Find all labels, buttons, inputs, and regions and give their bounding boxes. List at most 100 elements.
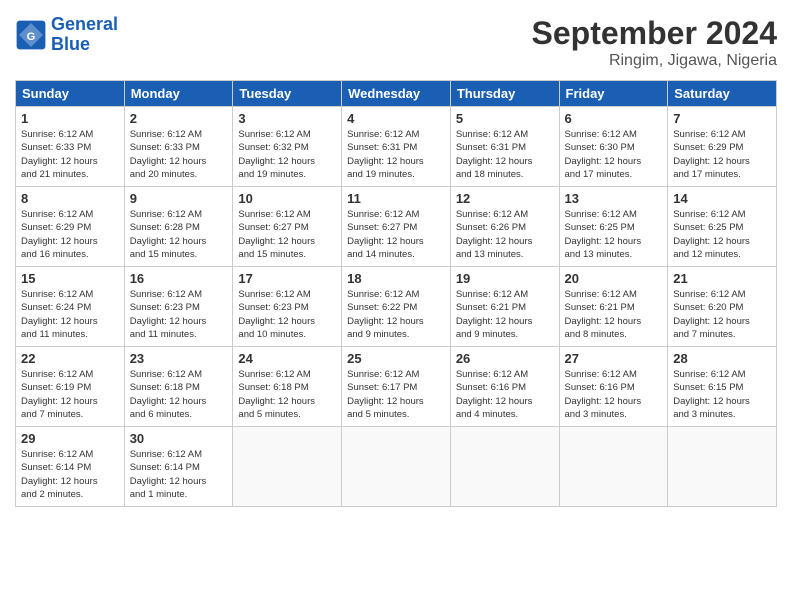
sunset-label: Sunset: 6:33 PM xyxy=(21,142,91,153)
day-number: 20 xyxy=(565,271,663,286)
cell-content: Sunrise: 6:12 AM Sunset: 6:25 PM Dayligh… xyxy=(565,208,663,261)
cell-content: Sunrise: 6:12 AM Sunset: 6:17 PM Dayligh… xyxy=(347,368,445,421)
table-row: 24 Sunrise: 6:12 AM Sunset: 6:18 PM Dayl… xyxy=(233,347,342,427)
daylight-label: Daylight: 12 hours xyxy=(456,156,533,167)
sunset-label: Sunset: 6:16 PM xyxy=(565,382,635,393)
table-row: 12 Sunrise: 6:12 AM Sunset: 6:26 PM Dayl… xyxy=(450,187,559,267)
sunrise-label: Sunrise: 6:12 AM xyxy=(238,369,310,380)
daylight-minutes: and 9 minutes. xyxy=(347,329,409,340)
sunset-label: Sunset: 6:18 PM xyxy=(238,382,308,393)
month-title: September 2024 xyxy=(532,15,777,52)
daylight-minutes: and 1 minute. xyxy=(130,489,188,500)
table-row: 19 Sunrise: 6:12 AM Sunset: 6:21 PM Dayl… xyxy=(450,267,559,347)
sunset-label: Sunset: 6:18 PM xyxy=(130,382,200,393)
sunrise-label: Sunrise: 6:12 AM xyxy=(673,209,745,220)
sunrise-label: Sunrise: 6:12 AM xyxy=(21,449,93,460)
daylight-minutes: and 15 minutes. xyxy=(238,249,306,260)
day-number: 14 xyxy=(673,191,771,206)
day-number: 25 xyxy=(347,351,445,366)
daylight-minutes: and 17 minutes. xyxy=(565,169,633,180)
table-row: 3 Sunrise: 6:12 AM Sunset: 6:32 PM Dayli… xyxy=(233,107,342,187)
sunrise-label: Sunrise: 6:12 AM xyxy=(347,209,419,220)
sunrise-label: Sunrise: 6:12 AM xyxy=(21,369,93,380)
header: G GeneralBlue September 2024 Ringim, Jig… xyxy=(15,15,777,70)
daylight-minutes: and 16 minutes. xyxy=(21,249,89,260)
daylight-minutes: and 21 minutes. xyxy=(21,169,89,180)
cell-content: Sunrise: 6:12 AM Sunset: 6:33 PM Dayligh… xyxy=(130,128,228,181)
table-row: 7 Sunrise: 6:12 AM Sunset: 6:29 PM Dayli… xyxy=(668,107,777,187)
sunset-label: Sunset: 6:30 PM xyxy=(565,142,635,153)
calendar-week-5: 29 Sunrise: 6:12 AM Sunset: 6:14 PM Dayl… xyxy=(16,427,777,507)
daylight-minutes: and 3 minutes. xyxy=(673,409,735,420)
daylight-label: Daylight: 12 hours xyxy=(565,316,642,327)
sunrise-label: Sunrise: 6:12 AM xyxy=(673,129,745,140)
cell-content: Sunrise: 6:12 AM Sunset: 6:23 PM Dayligh… xyxy=(238,288,336,341)
page: G GeneralBlue September 2024 Ringim, Jig… xyxy=(0,0,792,612)
daylight-label: Daylight: 12 hours xyxy=(347,236,424,247)
day-number: 19 xyxy=(456,271,554,286)
cell-content: Sunrise: 6:12 AM Sunset: 6:21 PM Dayligh… xyxy=(565,288,663,341)
cell-content: Sunrise: 6:12 AM Sunset: 6:31 PM Dayligh… xyxy=(347,128,445,181)
daylight-minutes: and 7 minutes. xyxy=(21,409,83,420)
table-row: 6 Sunrise: 6:12 AM Sunset: 6:30 PM Dayli… xyxy=(559,107,668,187)
sunset-label: Sunset: 6:27 PM xyxy=(347,222,417,233)
table-row: 14 Sunrise: 6:12 AM Sunset: 6:25 PM Dayl… xyxy=(668,187,777,267)
daylight-label: Daylight: 12 hours xyxy=(456,316,533,327)
sunrise-label: Sunrise: 6:12 AM xyxy=(238,289,310,300)
table-row xyxy=(342,427,451,507)
table-row xyxy=(233,427,342,507)
calendar-week-1: 1 Sunrise: 6:12 AM Sunset: 6:33 PM Dayli… xyxy=(16,107,777,187)
col-monday: Monday xyxy=(124,81,233,107)
daylight-label: Daylight: 12 hours xyxy=(673,156,750,167)
daylight-label: Daylight: 12 hours xyxy=(21,316,98,327)
daylight-minutes: and 17 minutes. xyxy=(673,169,741,180)
daylight-label: Daylight: 12 hours xyxy=(130,396,207,407)
cell-content: Sunrise: 6:12 AM Sunset: 6:25 PM Dayligh… xyxy=(673,208,771,261)
table-row: 5 Sunrise: 6:12 AM Sunset: 6:31 PM Dayli… xyxy=(450,107,559,187)
sunrise-label: Sunrise: 6:12 AM xyxy=(565,209,637,220)
cell-content: Sunrise: 6:12 AM Sunset: 6:30 PM Dayligh… xyxy=(565,128,663,181)
table-row: 17 Sunrise: 6:12 AM Sunset: 6:23 PM Dayl… xyxy=(233,267,342,347)
daylight-label: Daylight: 12 hours xyxy=(21,396,98,407)
sunset-label: Sunset: 6:14 PM xyxy=(130,462,200,473)
day-number: 12 xyxy=(456,191,554,206)
table-row: 23 Sunrise: 6:12 AM Sunset: 6:18 PM Dayl… xyxy=(124,347,233,427)
cell-content: Sunrise: 6:12 AM Sunset: 6:18 PM Dayligh… xyxy=(130,368,228,421)
sunset-label: Sunset: 6:27 PM xyxy=(238,222,308,233)
table-row: 8 Sunrise: 6:12 AM Sunset: 6:29 PM Dayli… xyxy=(16,187,125,267)
sunset-label: Sunset: 6:24 PM xyxy=(21,302,91,313)
day-number: 4 xyxy=(347,111,445,126)
sunrise-label: Sunrise: 6:12 AM xyxy=(673,369,745,380)
daylight-label: Daylight: 12 hours xyxy=(565,156,642,167)
day-number: 11 xyxy=(347,191,445,206)
sunrise-label: Sunrise: 6:12 AM xyxy=(347,129,419,140)
day-number: 5 xyxy=(456,111,554,126)
daylight-minutes: and 3 minutes. xyxy=(565,409,627,420)
sunset-label: Sunset: 6:28 PM xyxy=(130,222,200,233)
logo: G GeneralBlue xyxy=(15,15,118,55)
table-row xyxy=(450,427,559,507)
day-number: 17 xyxy=(238,271,336,286)
calendar-header-row: Sunday Monday Tuesday Wednesday Thursday… xyxy=(16,81,777,107)
day-number: 9 xyxy=(130,191,228,206)
daylight-label: Daylight: 12 hours xyxy=(565,396,642,407)
daylight-minutes: and 18 minutes. xyxy=(456,169,524,180)
daylight-minutes: and 13 minutes. xyxy=(565,249,633,260)
calendar-week-3: 15 Sunrise: 6:12 AM Sunset: 6:24 PM Dayl… xyxy=(16,267,777,347)
cell-content: Sunrise: 6:12 AM Sunset: 6:32 PM Dayligh… xyxy=(238,128,336,181)
cell-content: Sunrise: 6:12 AM Sunset: 6:31 PM Dayligh… xyxy=(456,128,554,181)
sunset-label: Sunset: 6:22 PM xyxy=(347,302,417,313)
daylight-minutes: and 4 minutes. xyxy=(456,409,518,420)
daylight-label: Daylight: 12 hours xyxy=(456,396,533,407)
day-number: 10 xyxy=(238,191,336,206)
daylight-minutes: and 19 minutes. xyxy=(347,169,415,180)
cell-content: Sunrise: 6:12 AM Sunset: 6:29 PM Dayligh… xyxy=(673,128,771,181)
sunset-label: Sunset: 6:21 PM xyxy=(565,302,635,313)
cell-content: Sunrise: 6:12 AM Sunset: 6:14 PM Dayligh… xyxy=(21,448,119,501)
cell-content: Sunrise: 6:12 AM Sunset: 6:14 PM Dayligh… xyxy=(130,448,228,501)
sunrise-label: Sunrise: 6:12 AM xyxy=(456,209,528,220)
sunset-label: Sunset: 6:19 PM xyxy=(21,382,91,393)
sunset-label: Sunset: 6:31 PM xyxy=(347,142,417,153)
table-row xyxy=(559,427,668,507)
daylight-label: Daylight: 12 hours xyxy=(21,156,98,167)
